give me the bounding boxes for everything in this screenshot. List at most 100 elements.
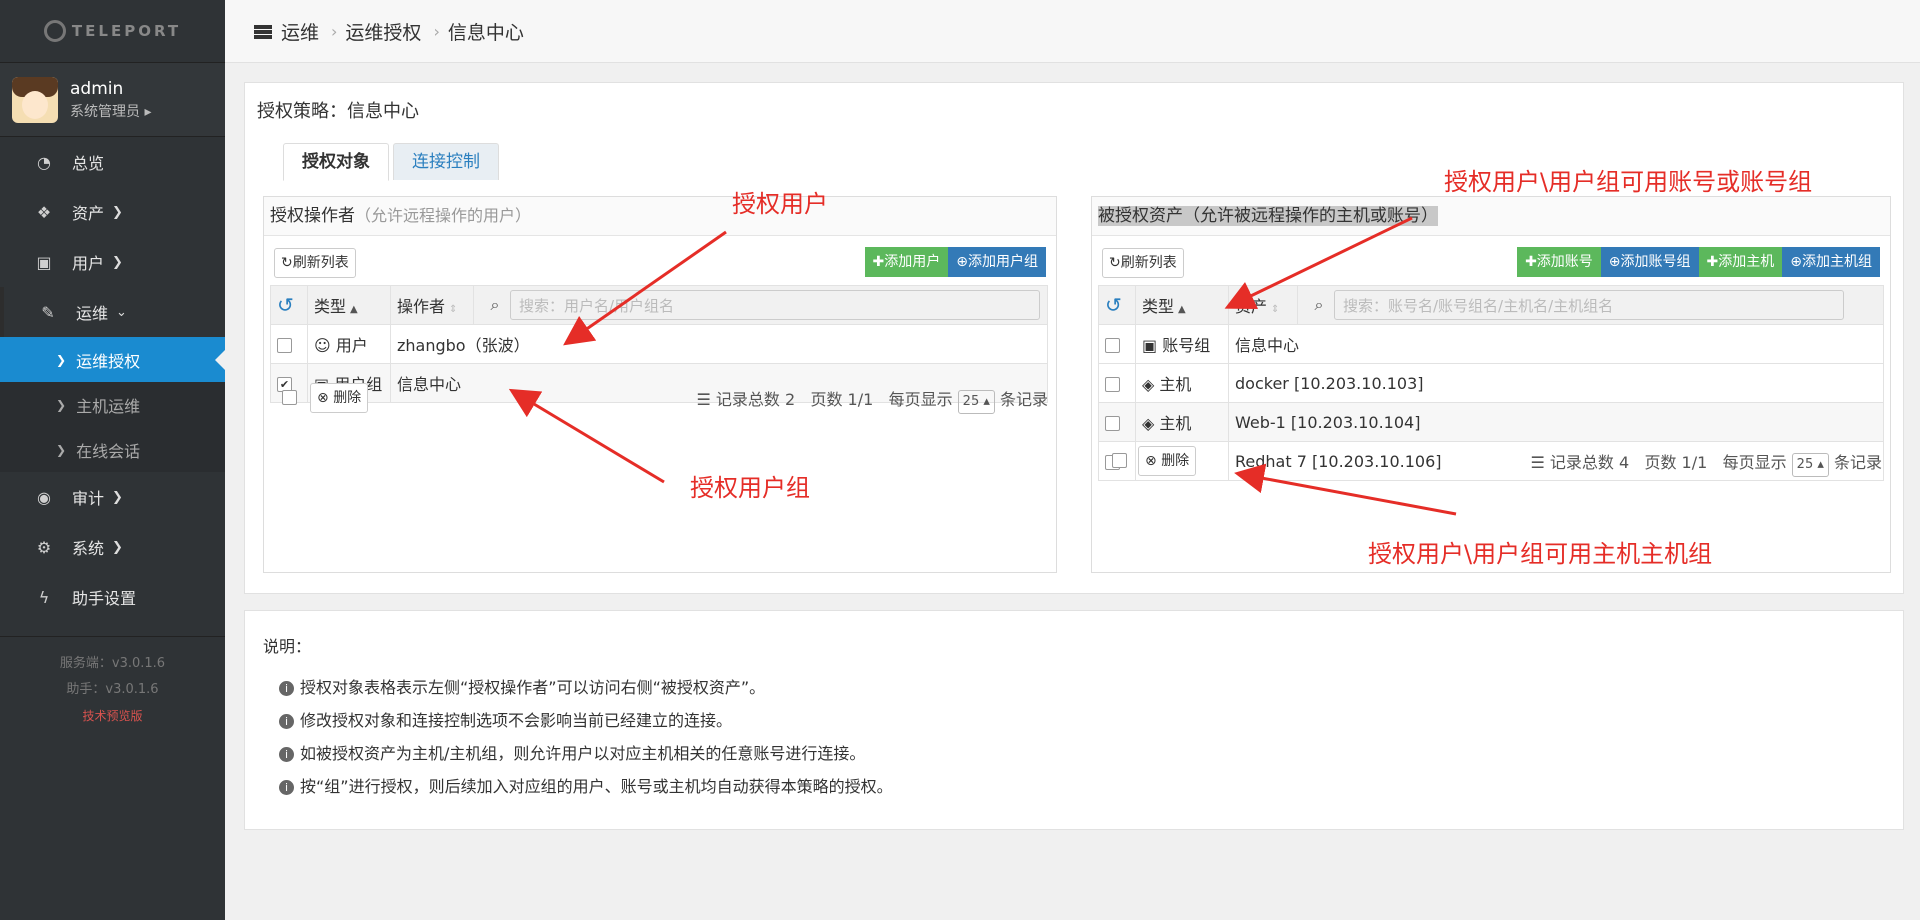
user-circle-icon: ☺ [314, 336, 331, 355]
app-logo[interactable]: TELEPORT [0, 0, 225, 63]
col-asset-header[interactable]: 资产 ⇕ [1228, 285, 1298, 325]
refresh-operators-button[interactable]: ↻刷新列表 [274, 248, 356, 278]
select-all-checkbox[interactable] [1112, 453, 1127, 468]
cube-icon: ◈ [1142, 375, 1155, 394]
sidebar-item-assistant[interactable]: ϟ 助手设置 [0, 572, 225, 622]
row-checkbox[interactable] [1105, 415, 1120, 431]
user-name: admin [70, 78, 124, 99]
breadcrumb-item[interactable]: 运维 [281, 18, 319, 45]
row-checkbox[interactable] [277, 337, 292, 353]
add-account-label: 添加账号 [1536, 254, 1593, 270]
add-user-group-button[interactable]: ⊕添加用户组 [948, 247, 1046, 277]
select-all-checkbox[interactable] [282, 390, 297, 405]
table-row[interactable]: ▣ 账号组 信息中心 [1098, 324, 1884, 364]
plus-icon: ✚ [1706, 254, 1719, 270]
operators-title: 授权操作者（允许远程操作的用户） [264, 197, 1056, 236]
undo-header[interactable]: ↺ [270, 285, 308, 325]
per-page-select[interactable]: 25 ▴ [1791, 453, 1829, 477]
tab-connection-control[interactable]: 连接控制 [393, 143, 499, 180]
table-row[interactable]: ☺ 用户 zhangbo（张波） [270, 324, 1048, 364]
pager-suffix: 条记录 [1833, 453, 1882, 472]
refresh-assets-button[interactable]: ↻刷新列表 [1102, 248, 1184, 278]
refresh-label: 刷新列表 [292, 255, 349, 271]
sidebar-subitem-online-sessions[interactable]: ❯ 在线会话 [0, 427, 225, 472]
row-checkbox-cell[interactable] [270, 324, 308, 364]
chevron-right-icon: ❯ [112, 489, 123, 505]
assistant-version: 助手：v3.0.1.6 [66, 682, 159, 697]
operators-title-text: 授权操作者 [270, 206, 355, 226]
sort-icon: ⇕ [449, 304, 458, 315]
row-checkbox-cell[interactable] [1098, 324, 1136, 364]
add-account-group-label: 添加账号组 [1620, 254, 1691, 270]
row-checkbox-cell[interactable] [1098, 402, 1136, 442]
note-text: 授权对象表格表示左侧“授权操作者”可以访问右侧“被授权资产”。 [300, 678, 766, 697]
sidebar-item-label: 资产 [72, 204, 105, 223]
user-profile[interactable]: admin 系统管理员 ▸ [0, 63, 225, 137]
sidebar-item-label: 系统 [72, 539, 105, 558]
col-type-label: 类型 [1142, 297, 1175, 316]
assets-hint: （允许被远程操作的主机或账号） [1183, 206, 1438, 226]
sidebar-item-audit[interactable]: ◉ 审计 ❯ [0, 472, 225, 522]
search-header: ⌕ 搜索：用户名/用户组名 [473, 285, 1048, 325]
asset-name: Web-1 [10.203.10.104] [1228, 402, 1884, 442]
add-account-button[interactable]: ✚添加账号 [1517, 247, 1601, 277]
tab-auth-objects[interactable]: 授权对象 [283, 143, 389, 181]
sidebar-item-system[interactable]: ⚙ 系统 ❯ [0, 522, 225, 572]
user-role[interactable]: 系统管理员 ▸ [70, 101, 151, 121]
add-host-label: 添加主机 [1718, 254, 1775, 270]
server-version: 服务端：v3.0.1.6 [59, 656, 166, 671]
sidebar-item-label: 运维 [76, 304, 109, 323]
undo-header[interactable]: ↺ [1098, 285, 1136, 325]
breadcrumb-item[interactable]: 运维授权 [345, 18, 421, 45]
cube-icon: ◈ [1142, 414, 1155, 433]
plus-icon: ✚ [1525, 254, 1537, 270]
operator-search-input[interactable]: 搜索：用户名/用户组名 [510, 290, 1040, 320]
add-user-button[interactable]: ✚添加用户 [864, 247, 949, 277]
info-icon: i [279, 747, 294, 762]
search-header: ⌕ 搜索：账号名/账号组名/主机名/主机组名 [1297, 285, 1884, 325]
add-account-group-button[interactable]: ⊕添加账号组 [1600, 247, 1699, 277]
note-text: 修改授权对象和连接控制选项不会影响当前已经建立的连接。 [300, 711, 733, 730]
col-type-header[interactable]: 类型 ▲ [1135, 285, 1229, 325]
col-operator-header[interactable]: 操作者 ⇕ [390, 285, 474, 325]
add-user-label: 添加用户 [884, 254, 941, 270]
operators-hint: （允许远程操作的用户） [355, 206, 532, 225]
table-row[interactable]: ◈ 主机 Web-1 [10.203.10.104] [1098, 402, 1884, 442]
sidebar-item-overview[interactable]: ◔ 总览 [0, 137, 225, 187]
list-item: i 授权对象表格表示左侧“授权操作者”可以访问右侧“被授权资产”。 [279, 671, 893, 704]
user-card-icon: ▣ [36, 252, 52, 272]
refresh-icon: ↻ [1109, 255, 1121, 271]
col-operator-label: 操作者 [397, 297, 446, 316]
assets-box: 被授权资产（允许被远程操作的主机或账号） ↻刷新列表 ✚添加账号 ⊕添加账号组 … [1091, 196, 1891, 573]
table-row[interactable]: ◈ 主机 docker [10.203.10.103] [1098, 363, 1884, 403]
note-text: 按“组”进行授权，则后续加入对应组的用户、账号或主机均自动获得本策略的授权。 [300, 777, 893, 796]
add-host-button[interactable]: ✚添加主机 [1698, 247, 1783, 277]
col-type-header[interactable]: 类型 ▲ [307, 285, 391, 325]
remove-icon: ⊗ [317, 390, 329, 406]
asset-actions: ✚添加账号 ⊕添加账号组 ✚添加主机 ⊕添加主机组 [1517, 247, 1880, 277]
delete-assets-button[interactable]: ⊗ 删除 [1138, 446, 1197, 476]
chevron-right-icon: ❯ [56, 352, 67, 367]
chevron-right-icon: ❯ [112, 539, 123, 555]
sidebar-item-label: 在线会话 [76, 441, 141, 461]
sidebar-item-assets[interactable]: ❖ 资产 ❯ [0, 187, 225, 237]
sidebar-item-ops[interactable]: ✎ 运维 ⌄ [0, 287, 225, 337]
wrench-icon: ✎ [41, 302, 55, 322]
sidebar-item-label: 运维授权 [76, 351, 141, 371]
sidebar-subitem-ops-auth[interactable]: ❯ 运维授权 [0, 337, 225, 382]
col-asset-label: 资产 [1235, 297, 1268, 316]
row-checkbox-cell[interactable] [1098, 363, 1136, 403]
delete-operators-button[interactable]: ⊗ 删除 [310, 383, 369, 413]
sidebar-item-users[interactable]: ▣ 用户 ❯ [0, 237, 225, 287]
asset-name: 信息中心 [1228, 324, 1884, 364]
refresh-label: 刷新列表 [1120, 255, 1177, 271]
asset-search-input[interactable]: 搜索：账号名/账号组名/主机名/主机组名 [1334, 290, 1844, 320]
sidebar-subitem-host-ops[interactable]: ❯ 主机运维 [0, 382, 225, 427]
add-host-group-button[interactable]: ⊕添加主机组 [1782, 247, 1880, 277]
pager-pages: 页数 1/1 [1644, 453, 1708, 472]
row-checkbox[interactable] [1105, 337, 1120, 353]
type-text: 主机 [1159, 375, 1192, 394]
eye-icon: ◉ [37, 487, 51, 507]
per-page-select[interactable]: 25 ▴ [957, 390, 995, 414]
row-checkbox[interactable] [1105, 376, 1120, 392]
